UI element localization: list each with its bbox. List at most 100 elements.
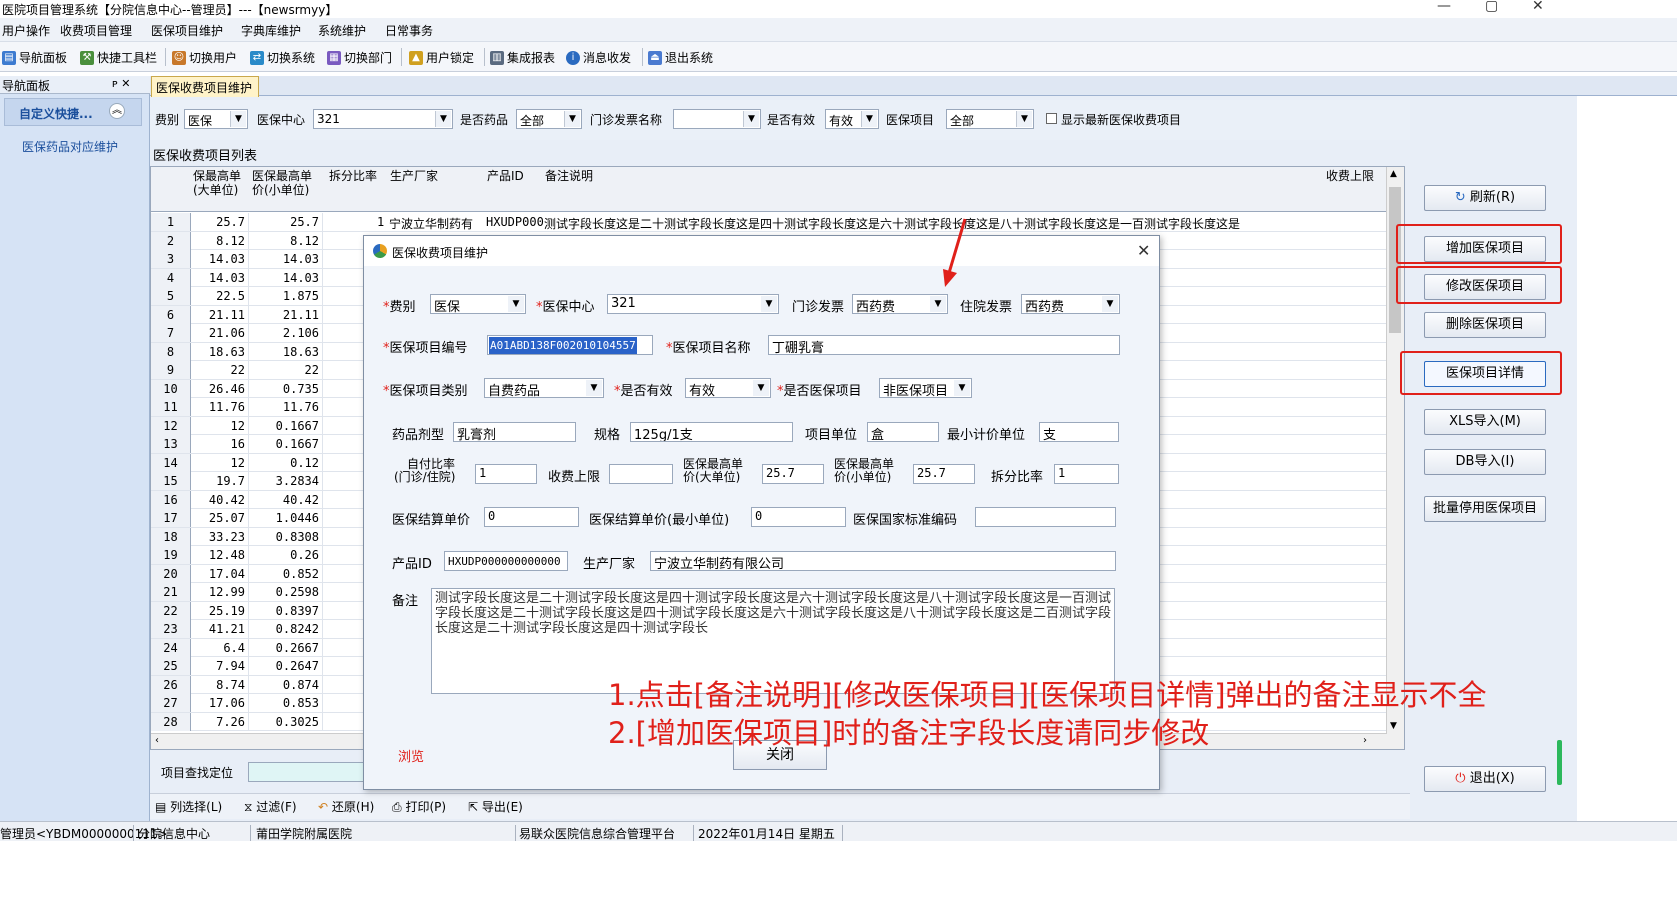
dialog-ip-invoice-select[interactable]: 西药费 ▼: [1021, 294, 1120, 314]
dialog-settle-input[interactable]: 0: [484, 507, 579, 527]
dialog-name-input[interactable]: 丁硼乳膏: [768, 335, 1120, 355]
maximize-button[interactable]: ▢: [1485, 0, 1498, 14]
cell-max-price-small: 1.0446: [249, 509, 323, 527]
cell-max-price-small: 0.8397: [249, 601, 323, 620]
dialog-product-id-input[interactable]: HXUDP000000000000: [444, 551, 568, 571]
browse-link[interactable]: 浏览: [398, 746, 424, 765]
refresh-button[interactable]: ↻ 刷新(R): [1424, 185, 1546, 211]
nav-item-drug-mapping[interactable]: 医保药品对应维护: [22, 138, 118, 155]
filter-bar: 费别 医保 ▼ 医保中心 321 ▼ 是否药品 全部 ▼ 门诊发票名称 ▼ 是否有效 …: [150, 100, 1410, 140]
message-tool[interactable]: i 消息收发: [566, 49, 631, 66]
dialog-is-insurance-select[interactable]: 非医保项目 ▼: [879, 378, 972, 398]
col-fee-limit[interactable]: 收费上限: [1326, 169, 1374, 183]
cell-max-price-small: 3.2834: [249, 472, 323, 490]
fee-type-select[interactable]: 医保 ▼: [184, 109, 248, 129]
table-row-first-extra[interactable]: 1 宁波立华制药有 HXUDP000 测试字段长度这是二十测试字段长度这是四十测…: [151, 213, 1387, 232]
delete-insurance-item-button[interactable]: 删除医保项目: [1424, 312, 1546, 338]
nav-section-custom[interactable]: 自定义快捷... ︽: [4, 98, 142, 126]
col-remark[interactable]: 备注说明: [545, 169, 593, 183]
menu-system[interactable]: 系统维护: [318, 22, 366, 39]
cell-max-price-small: 18.63: [249, 342, 323, 361]
filter-button[interactable]: ⧖ 过滤(F): [244, 798, 297, 815]
center-select[interactable]: 321 ▼: [313, 109, 453, 129]
cell-max-price-small: 22: [249, 361, 323, 379]
row-number: 15: [151, 472, 191, 490]
is-drug-select[interactable]: 全部 ▼: [516, 109, 582, 129]
menu-insurance-items[interactable]: 医保项目维护: [151, 22, 223, 39]
menu-daily[interactable]: 日常事务: [385, 22, 433, 39]
close-window-button[interactable]: ✕: [1532, 0, 1544, 14]
menu-fee-items[interactable]: 收费项目管理: [60, 22, 132, 39]
minimize-button[interactable]: —: [1437, 0, 1451, 14]
dialog-settle-min-input[interactable]: 0: [751, 507, 846, 527]
valid-select[interactable]: 有效 ▼: [825, 109, 879, 129]
search-label: 项目查找定位: [161, 766, 234, 780]
col-max-price-big[interactable]: 保最高单 (大单位): [193, 169, 241, 197]
invoice-select[interactable]: ▼: [673, 109, 761, 129]
row-number: 8: [151, 342, 191, 361]
cell-max-price-big: 22.5: [191, 287, 249, 305]
report-tool[interactable]: ▥ 集成报表: [490, 49, 555, 66]
cell-max-price-small: 0.3025: [249, 712, 323, 731]
switch-user-tool[interactable]: ☺ 切换用户: [172, 49, 237, 66]
dialog-split-input[interactable]: 1: [1054, 464, 1119, 484]
cell-max-price-big: 12.48: [191, 546, 249, 564]
print-button[interactable]: ⎙ 打印(P): [392, 798, 446, 815]
col-split-ratio[interactable]: 拆分比率: [329, 169, 377, 183]
dialog-self-ratio-input[interactable]: 1: [475, 464, 537, 484]
dialog-fee-limit-input[interactable]: [609, 464, 673, 484]
dialog-manufacturer-input[interactable]: 宁波立华制药有限公司: [650, 551, 1116, 571]
scroll-left-icon[interactable]: ‹: [155, 735, 159, 746]
export-button[interactable]: ⇱ 导出(E): [468, 798, 523, 815]
cell-max-price-small: 0.1667: [249, 435, 323, 453]
dialog-fee-type-select[interactable]: 医保 ▼: [430, 294, 526, 314]
switch-dept-tool[interactable]: ▦ 切换部门: [327, 49, 392, 66]
dialog-spec-input[interactable]: 125g/1支: [630, 422, 793, 442]
db-import-button[interactable]: DB导入(I): [1424, 449, 1546, 475]
column-select-button[interactable]: ▤ 列选择(L): [155, 798, 222, 815]
exit-system-tool[interactable]: ⏏ 退出系统: [648, 49, 713, 66]
dialog-center-select[interactable]: 321 ▼: [607, 294, 779, 314]
dialog-min-unit-input[interactable]: 支: [1039, 422, 1119, 442]
chevron-down-icon: ▼: [230, 111, 246, 127]
pin-close-icon[interactable]: ᴘ ✕: [112, 77, 130, 90]
item-select[interactable]: 全部 ▼: [946, 109, 1034, 129]
dialog-max-big-input[interactable]: 25.7: [762, 464, 824, 484]
menu-user-ops[interactable]: 用户操作: [2, 22, 50, 39]
dialog-code-input[interactable]: A01ABD138F002010104557: [487, 335, 653, 355]
dialog-category-select[interactable]: 自费药品 ▼: [484, 378, 604, 398]
col-product-id[interactable]: 产品ID: [487, 169, 524, 183]
dialog-unit-input[interactable]: 盒: [867, 422, 939, 442]
xls-import-button[interactable]: XLS导入(M): [1424, 409, 1546, 435]
bottom-margin: [0, 841, 1677, 901]
dialog-valid-select[interactable]: 有效 ▼: [685, 378, 771, 398]
collapse-icon[interactable]: ︽: [109, 103, 125, 119]
dialog-national-code-input[interactable]: [975, 507, 1116, 527]
dialog-dosage-input[interactable]: 乳膏剂: [453, 422, 576, 442]
col-manufacturer[interactable]: 生产厂家: [390, 169, 438, 183]
latest-checkbox[interactable]: [1046, 113, 1057, 124]
exit-button[interactable]: ⏻ 退出(X): [1424, 766, 1546, 792]
dialog-op-invoice-select[interactable]: 西药费 ▼: [852, 294, 948, 314]
switch-system-tool[interactable]: ⇄ 切换系统: [250, 49, 315, 66]
cell-max-price-big: 11.76: [191, 398, 249, 416]
dialog-close-icon[interactable]: ✕: [1137, 241, 1150, 260]
restore-button[interactable]: ↶ 还原(H): [318, 798, 374, 815]
batch-disable-button[interactable]: 批量停用医保项目: [1424, 496, 1546, 522]
cell-max-price-big: 6.4: [191, 638, 249, 657]
dialog-max-small-input[interactable]: 25.7: [913, 464, 975, 484]
row-number: 2: [151, 231, 191, 250]
user-lock-tool[interactable]: ▲ 用户锁定: [409, 49, 474, 66]
quick-toolbar-tool[interactable]: ⚒ 快捷工具栏: [80, 49, 157, 66]
scroll-up-icon[interactable]: ▲: [1390, 169, 1397, 179]
search-input[interactable]: [248, 762, 368, 782]
nav-panel-tool[interactable]: ▤ 导航面板: [2, 49, 67, 66]
toolbar-divider: [642, 48, 643, 66]
col-max-price-small[interactable]: 医保最高单 价(小单位): [252, 169, 312, 197]
cell-max-price-small: 14.03: [249, 250, 323, 268]
tab-insurance-fee-maintenance[interactable]: 医保收费项目维护: [151, 76, 259, 97]
cell-max-price-big: 18.63: [191, 342, 249, 361]
menu-dictionary[interactable]: 字典库维护: [241, 22, 301, 39]
row-number: 17: [151, 509, 191, 527]
row-number: 9: [151, 361, 191, 379]
